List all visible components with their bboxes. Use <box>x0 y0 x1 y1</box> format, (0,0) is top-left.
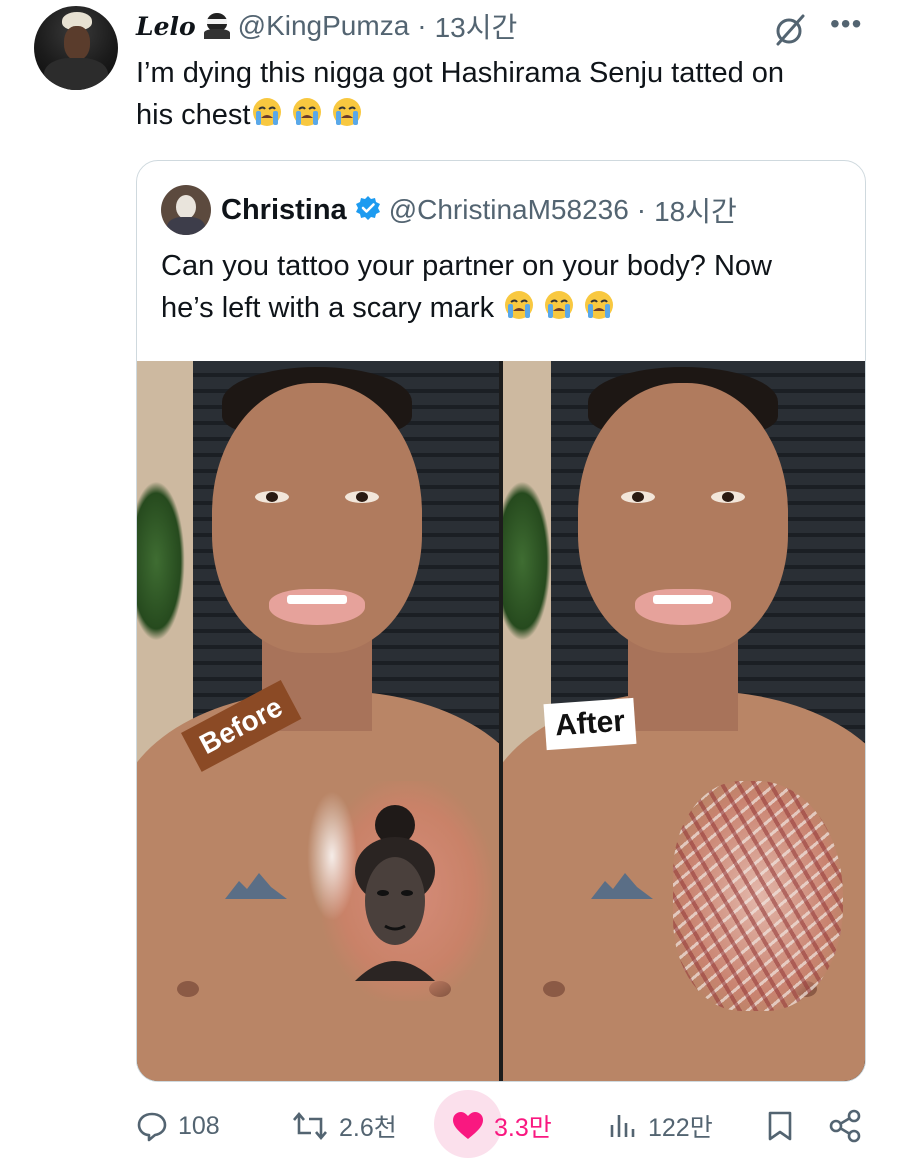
verified-icon <box>355 195 381 226</box>
bookmark-button[interactable] <box>766 1100 794 1152</box>
tweet-time[interactable]: 13시간 <box>435 6 518 46</box>
author-display-name[interactable]: Lelo <box>136 12 196 41</box>
tweet-text-tail: his chest <box>136 99 251 131</box>
bookmark-icon <box>766 1110 794 1142</box>
author-avatar[interactable] <box>34 6 118 90</box>
like-count: 3.3만 <box>494 1114 552 1142</box>
before-photo: Before <box>137 361 499 1081</box>
views-icon <box>608 1111 638 1141</box>
tweet-header: Lelo @KingPumza · 13시간 <box>136 8 517 44</box>
scar-mark <box>673 781 843 1011</box>
quoted-author-name[interactable]: Christina <box>221 194 347 227</box>
crying-emoji <box>582 289 616 321</box>
quoted-text-tail: he’s left with a scary mark <box>161 292 495 324</box>
reply-count: 108 <box>178 1111 220 1140</box>
crying-emoji <box>330 96 364 128</box>
share-icon <box>828 1109 862 1143</box>
quoted-author-avatar[interactable] <box>161 185 211 235</box>
quoted-tweet-time[interactable]: 18시간 <box>654 190 737 230</box>
after-label: After <box>543 697 637 751</box>
quoted-tweet-header: Christina @ChristinaM58236 · 18시간 <box>221 189 737 231</box>
quoted-tweet-card[interactable]: Christina @ChristinaM58236 · 18시간 Can yo… <box>136 160 866 1082</box>
separator-dot: · <box>636 194 647 225</box>
grok-icon[interactable] <box>772 12 808 53</box>
crying-emoji <box>250 96 284 128</box>
crying-emoji <box>542 289 576 321</box>
quoted-author-handle[interactable]: @ChristinaM58236 <box>389 194 629 226</box>
separator-dot: · <box>417 10 427 41</box>
crying-emoji <box>502 289 536 321</box>
action-bar: 108 2.6천 3.3만 122만 <box>136 1100 876 1152</box>
view-count: 122만 <box>648 1114 713 1142</box>
reply-button[interactable]: 108 <box>136 1100 220 1152</box>
author-handle[interactable]: @KingPumza <box>238 10 410 42</box>
retweet-button[interactable]: 2.6천 <box>291 1100 397 1152</box>
like-button[interactable]: 3.3만 <box>452 1100 552 1152</box>
more-icon[interactable]: ••• <box>830 10 862 38</box>
share-button[interactable] <box>828 1100 862 1152</box>
tweet-text-line: I’m dying this nigga got Hashirama Senju… <box>136 57 785 89</box>
views-button[interactable]: 122만 <box>608 1100 713 1152</box>
retweet-count: 2.6천 <box>339 1114 397 1142</box>
tweet-text: I’m dying this nigga got Hashirama Senju… <box>136 52 876 136</box>
quoted-tweet-image[interactable]: Before After <box>137 361 865 1081</box>
reply-icon <box>136 1110 168 1142</box>
like-icon <box>452 1111 484 1141</box>
quoted-text-line: he’s left with a scary mark <box>161 287 841 329</box>
quoted-text-line: Can you tattoo your partner on your body… <box>161 250 772 282</box>
retweet-icon <box>291 1111 329 1141</box>
crying-emoji <box>290 96 324 128</box>
tweet-text-line: his chest <box>136 94 876 136</box>
quoted-tweet-text: Can you tattoo your partner on your body… <box>161 245 841 329</box>
ninja-icon <box>203 13 230 39</box>
portrait-tattoo <box>355 805 435 981</box>
after-photo: After <box>503 361 865 1081</box>
